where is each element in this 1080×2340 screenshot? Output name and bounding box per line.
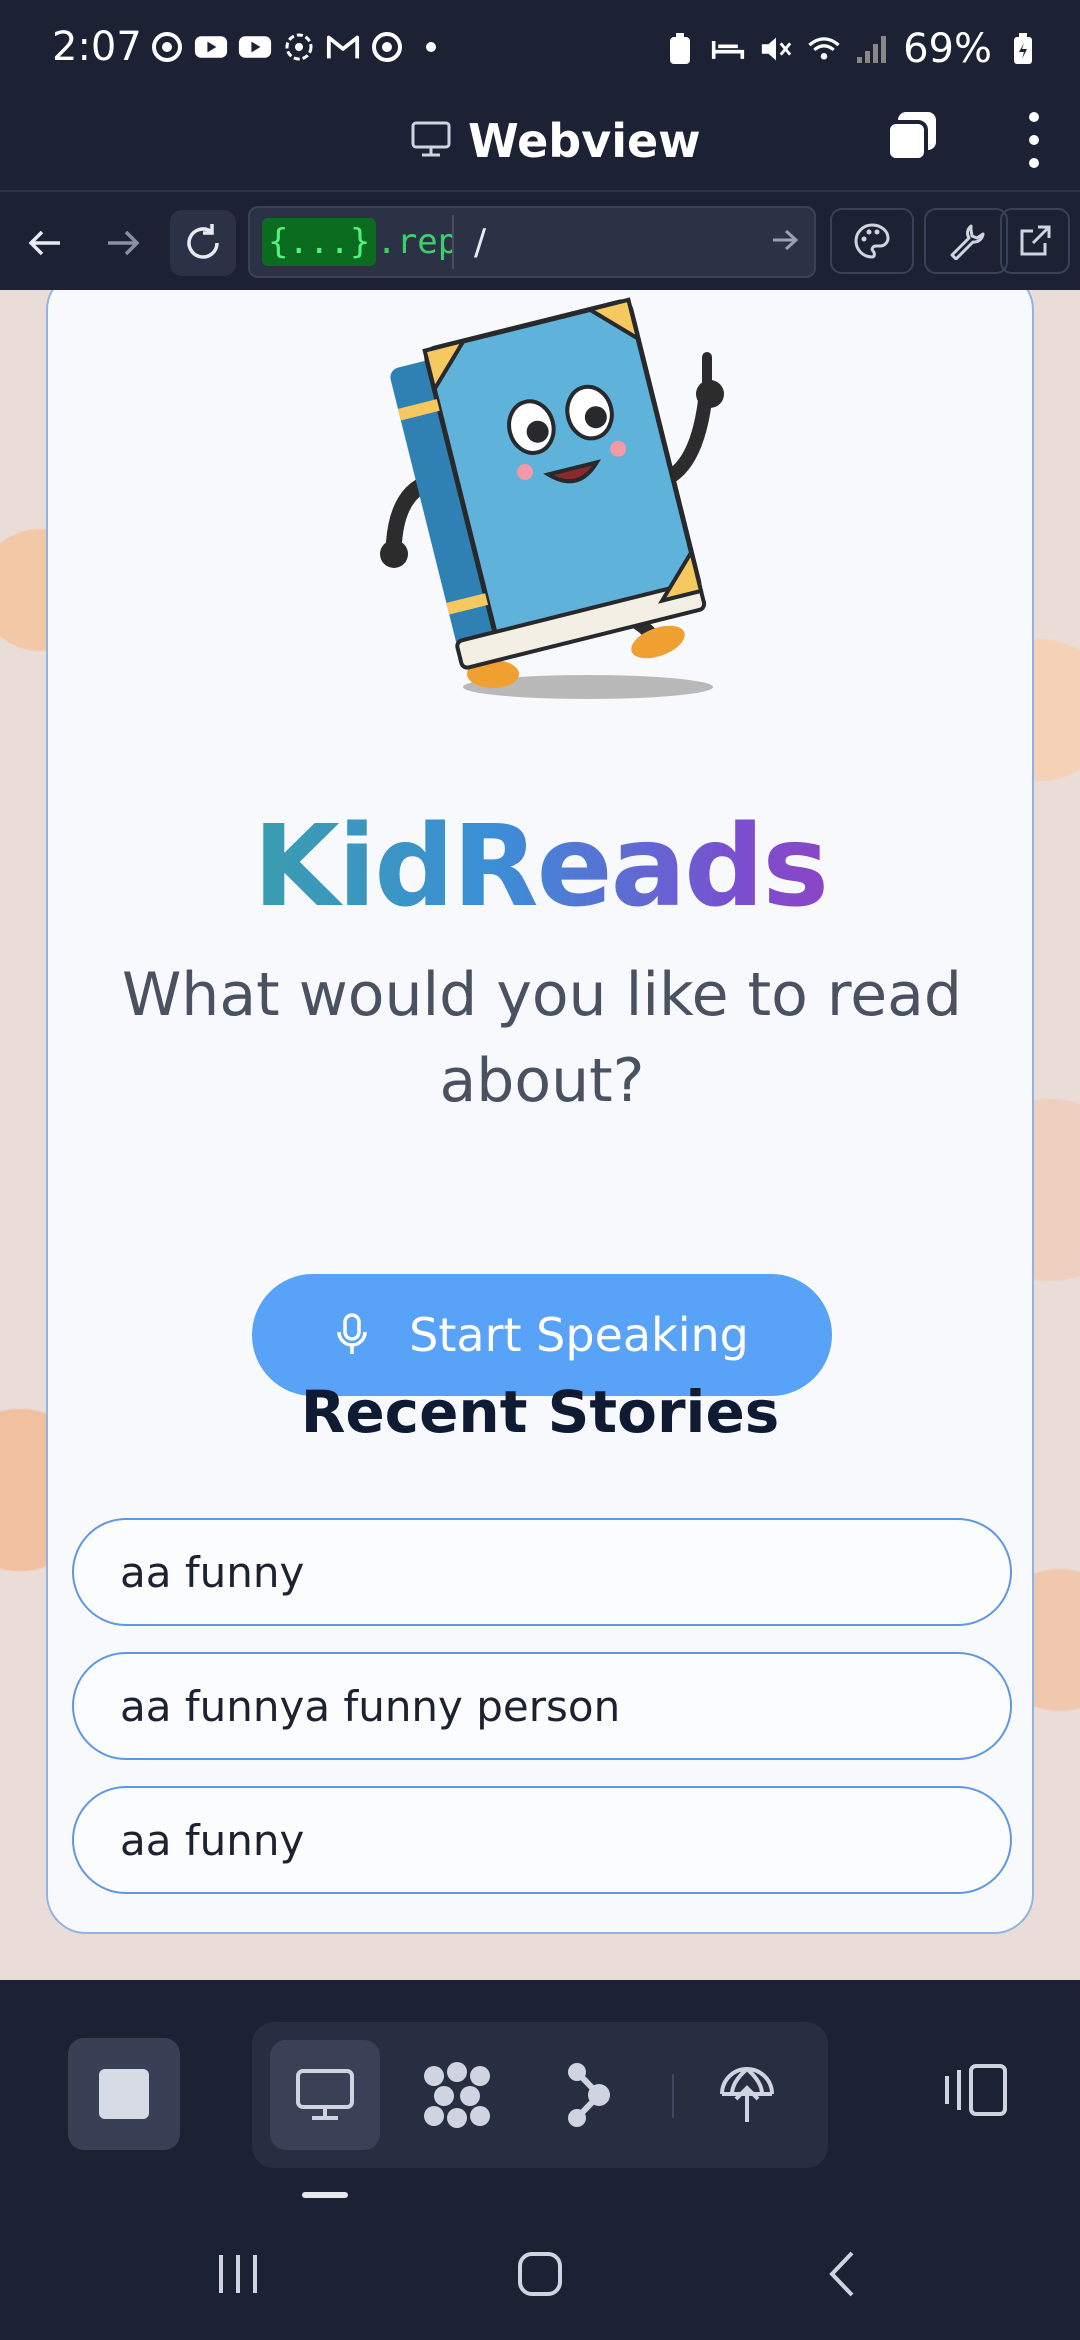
more-notifications-dot (426, 42, 436, 52)
theme-button[interactable] (830, 208, 914, 274)
webview-title-text: Webview (468, 114, 701, 168)
open-external-button[interactable] (1000, 208, 1070, 274)
youtube-icon (238, 30, 272, 64)
back-button[interactable] (12, 210, 78, 276)
webview-titlebar: Webview (0, 100, 1080, 190)
forward-button[interactable] (90, 210, 156, 276)
story-label: aa funnya funny person (120, 1681, 621, 1731)
battery-saver-icon (663, 32, 697, 66)
gmail-icon (326, 30, 360, 64)
stop-icon (99, 2069, 149, 2119)
monitor-icon (410, 120, 452, 162)
main-card: KidReads What would you like to read abo… (46, 290, 1034, 1934)
prompt-question: What would you like to read about? (121, 960, 963, 1116)
status-time: 2:07 (52, 24, 142, 70)
url-toolbar: {...}.replit. / (0, 190, 1080, 292)
mute-icon (759, 32, 793, 66)
story-label: aa funny (120, 1815, 305, 1865)
home-button[interactable] (510, 2244, 570, 2304)
back-nav-button[interactable] (812, 2244, 872, 2304)
webview-title: Webview (410, 114, 701, 168)
system-icons: 69% (663, 26, 1040, 72)
panels-button[interactable] (936, 2050, 1016, 2130)
reload-button[interactable] (170, 210, 236, 276)
devtools-button[interactable] (924, 208, 1008, 274)
wrench-icon (950, 224, 985, 260)
story-item[interactable]: aa funnya funny person (72, 1652, 1012, 1760)
tool-divider (672, 2074, 674, 2118)
story-item[interactable]: aa funny (72, 1786, 1012, 1894)
battery-icon (1006, 32, 1040, 66)
recents-icon (219, 2255, 257, 2293)
active-tab-indicator (302, 2192, 348, 2198)
url-host: {...}.replit. (262, 215, 454, 269)
signal-icon (855, 32, 889, 66)
webview-tool-button[interactable] (270, 2040, 380, 2150)
external-link-icon (1020, 225, 1051, 256)
story-label: aa funny (120, 1547, 305, 1597)
url-host-badge: {...} (262, 218, 377, 266)
wifi-icon (807, 32, 841, 66)
microphone-icon (337, 1313, 367, 1354)
start-speaking-label: Start Speaking (409, 1308, 749, 1362)
arrow-left-icon (28, 230, 60, 256)
cluster-icon (424, 2062, 490, 2128)
panel-toggle-icon (945, 2064, 1007, 2116)
monitor-icon (296, 2069, 354, 2120)
kebab-menu-icon[interactable] (1024, 112, 1044, 168)
openai-icon (282, 30, 316, 64)
android-nav-bar (0, 2200, 1080, 2340)
story-item[interactable]: aa funny (72, 1518, 1012, 1626)
tabs-icon[interactable] (884, 108, 940, 164)
deploy-tool-button[interactable] (692, 2040, 802, 2150)
youtube-icon (194, 30, 228, 64)
home-icon (518, 2252, 562, 2296)
git-tool-button[interactable] (534, 2040, 644, 2150)
chrome-icon (150, 30, 184, 64)
recent-stories-heading: Recent Stories (300, 1378, 780, 1446)
arrow-right-icon (108, 230, 140, 256)
web-viewport: KidReads What would you like to read abo… (0, 290, 1080, 1980)
bed-icon (711, 32, 745, 66)
deploy-globe-icon (720, 2067, 774, 2122)
agent-tool-button[interactable] (402, 2040, 512, 2150)
recent-apps-button[interactable] (208, 2244, 268, 2304)
url-host-domain: .replit. (376, 222, 454, 262)
book-mascot-illustration (380, 297, 724, 699)
url-path: / (474, 221, 487, 263)
branch-icon (568, 2063, 610, 2127)
palette-icon (854, 223, 890, 259)
tool-switcher (252, 2022, 828, 2168)
status-bar: 2:07 69% (0, 0, 1080, 100)
battery-percentage: 69% (903, 26, 992, 72)
chevron-left-icon (829, 2251, 854, 2297)
stop-button[interactable] (68, 2038, 180, 2150)
reload-icon (187, 224, 219, 259)
notification-icons (150, 30, 436, 64)
go-arrow-icon[interactable] (770, 222, 800, 262)
replit-bottom-toolbar (0, 2000, 1080, 2190)
url-input[interactable]: {...}.replit. / (248, 206, 816, 278)
chrome-icon (370, 30, 404, 64)
app-brand-title: KidReads (48, 802, 1032, 932)
